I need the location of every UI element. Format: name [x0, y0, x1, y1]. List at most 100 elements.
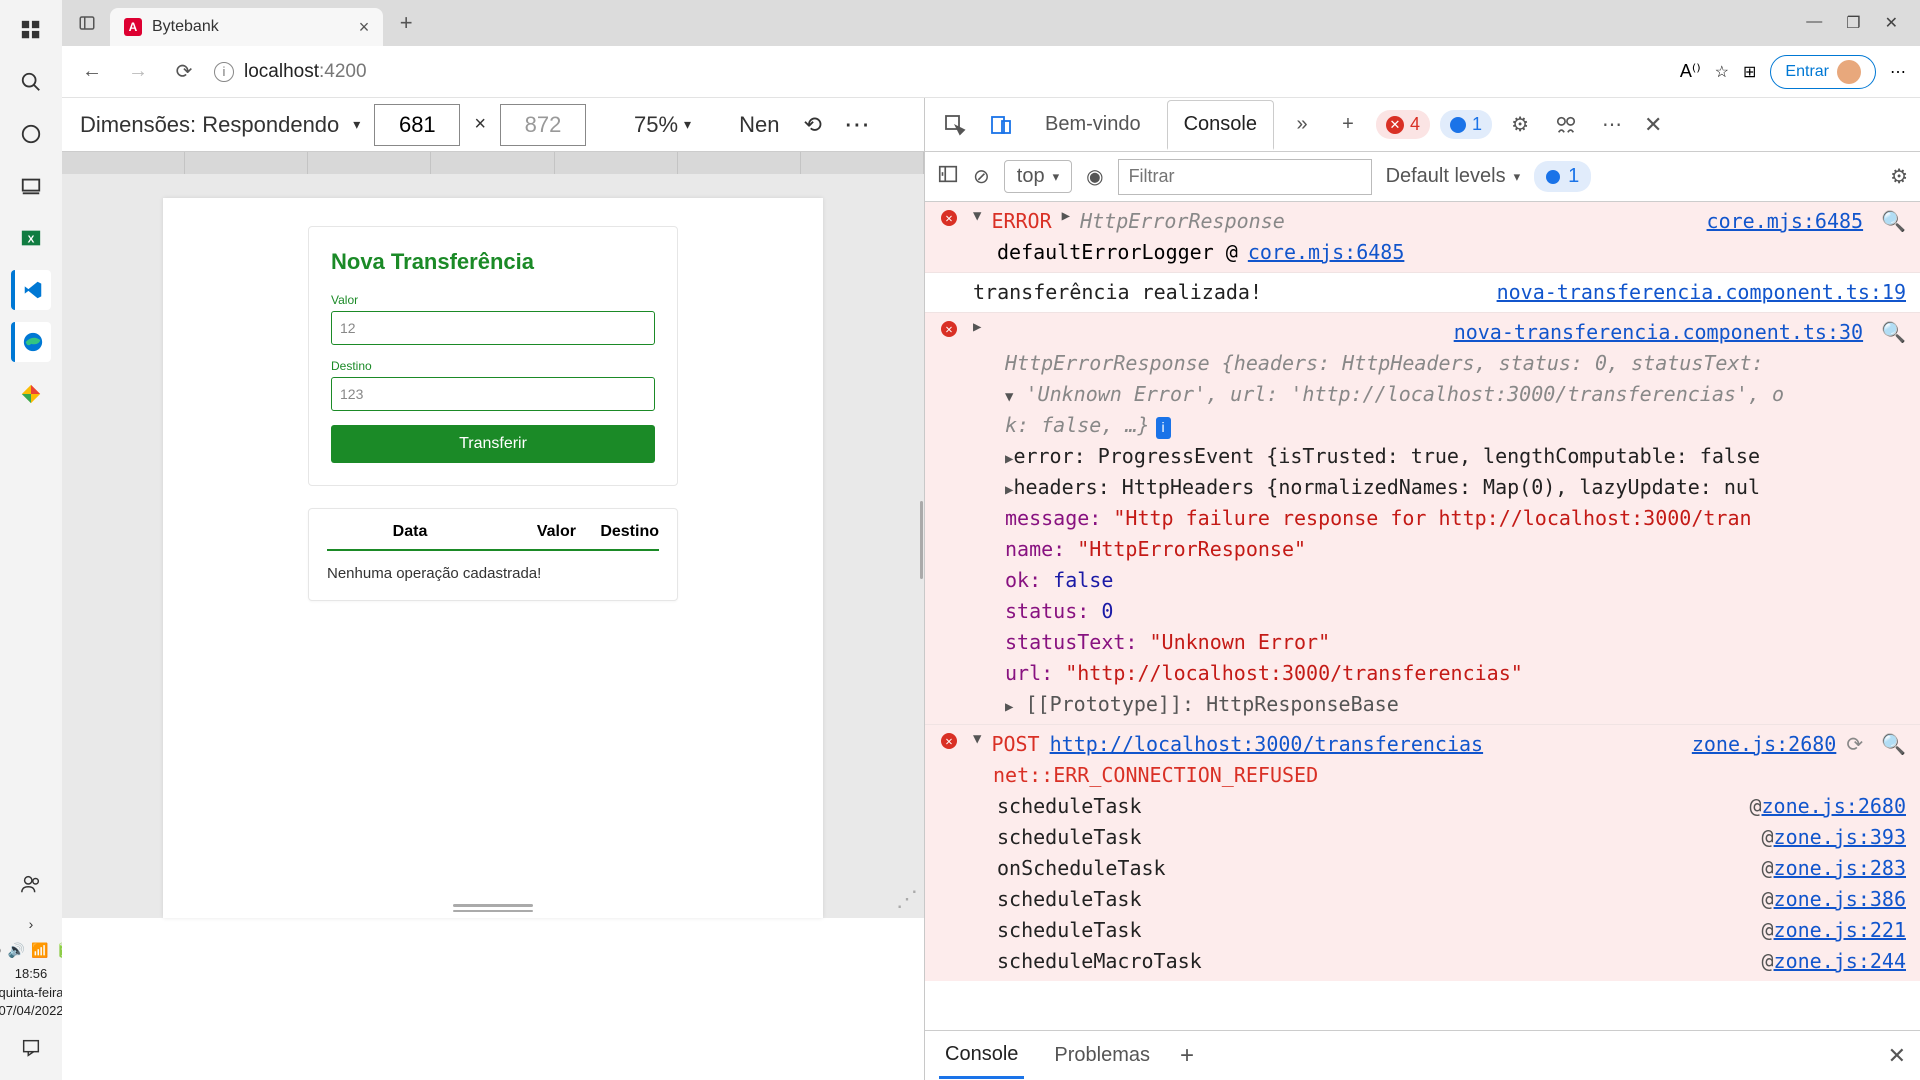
- source-link[interactable]: core.mjs:6485: [1707, 206, 1864, 237]
- live-expression-icon[interactable]: ◉: [1086, 164, 1103, 189]
- menu-icon[interactable]: ⋯: [1890, 62, 1906, 82]
- source-link[interactable]: core.mjs:6485: [1248, 237, 1405, 268]
- tab-welcome[interactable]: Bem-vindo: [1029, 101, 1157, 148]
- add-tab-icon[interactable]: +: [1330, 113, 1366, 136]
- more-tabs-icon[interactable]: »: [1284, 113, 1320, 136]
- filter-input[interactable]: [1118, 159, 1372, 195]
- source-link[interactable]: nova-transferencia.component.ts:19: [1497, 277, 1906, 308]
- edge-icon[interactable]: [11, 322, 51, 362]
- chevron-down-icon[interactable]: ▾: [353, 116, 360, 133]
- cortana-icon[interactable]: [11, 114, 51, 154]
- search-icon[interactable]: [11, 62, 51, 102]
- stack-at: @: [1762, 946, 1774, 977]
- dock-icon[interactable]: ⋯: [1594, 112, 1630, 137]
- browser-tab[interactable]: A Bytebank ×: [110, 8, 383, 46]
- drawer-tab-problems[interactable]: Problemas: [1048, 1034, 1156, 1077]
- vscode-icon[interactable]: [11, 270, 51, 310]
- close-drawer-icon[interactable]: ✕: [1888, 1043, 1906, 1069]
- notifications-icon[interactable]: [11, 1028, 51, 1068]
- close-tab-icon[interactable]: ×: [359, 17, 370, 38]
- object-prop: headers: HttpHeaders {normalizedNames: M…: [1013, 475, 1760, 499]
- search-icon[interactable]: 🔍: [1881, 206, 1906, 237]
- http-method: POST: [991, 729, 1039, 760]
- object-summary: k: false, …}: [1005, 413, 1150, 437]
- collections-icon[interactable]: ⊞: [1743, 62, 1756, 82]
- tab-console[interactable]: Console: [1167, 100, 1274, 150]
- signin-button[interactable]: Entrar: [1770, 55, 1876, 89]
- initiator-icon[interactable]: ⟳: [1846, 729, 1863, 760]
- taskview-icon[interactable]: [11, 166, 51, 206]
- source-link[interactable]: zone.js:2680: [1762, 791, 1907, 822]
- clear-console-icon[interactable]: ⊘: [973, 164, 990, 189]
- height-input[interactable]: [500, 104, 586, 146]
- maximize-icon[interactable]: ❐: [1846, 13, 1860, 33]
- resize-handle-bottom[interactable]: [453, 904, 533, 912]
- levels-select[interactable]: Default levels▾: [1386, 165, 1521, 188]
- stack-frame: scheduleTask@ zone.js:386: [945, 884, 1906, 915]
- info-badge[interactable]: 1: [1440, 110, 1492, 139]
- source-link[interactable]: zone.js:244: [1774, 946, 1906, 977]
- rotate-icon[interactable]: ⟲: [803, 112, 821, 138]
- dimensions-label: Dimensões: Respondendo: [80, 112, 339, 138]
- device-toggle-icon[interactable]: [983, 113, 1019, 137]
- console-entry: ✕ ▼ POST http://localhost:3000/transfere…: [925, 725, 1920, 981]
- throttle-label[interactable]: Nen: [739, 112, 779, 138]
- search-icon[interactable]: 🔍: [1881, 317, 1906, 348]
- search-icon[interactable]: 🔍: [1881, 729, 1906, 760]
- collapse-icon[interactable]: ▼: [973, 206, 981, 228]
- width-input[interactable]: [374, 104, 460, 146]
- prop-value: "HttpErrorResponse": [1077, 537, 1306, 561]
- resize-handle-corner[interactable]: ⋰: [896, 886, 918, 912]
- read-aloud-icon[interactable]: A⁽⁾: [1680, 61, 1701, 82]
- info-icon[interactable]: i: [1156, 417, 1171, 439]
- close-window-icon[interactable]: ✕: [1885, 13, 1898, 33]
- console-settings-icon[interactable]: ⚙: [1890, 164, 1908, 189]
- app-canvas: Nova Transferência Valor Destino Transfe…: [163, 198, 823, 918]
- source-link[interactable]: zone.js:283: [1774, 853, 1906, 884]
- error-badge[interactable]: ✕4: [1376, 110, 1430, 139]
- source-link[interactable]: nova-transferencia.component.ts:30: [1454, 317, 1863, 348]
- info-icon[interactable]: i: [214, 62, 234, 82]
- expand-icon[interactable]: ▶: [1062, 206, 1070, 228]
- valor-input[interactable]: [331, 311, 655, 345]
- clock[interactable]: 18:56 quinta-feira 07/04/2022: [0, 965, 64, 1020]
- favorite-icon[interactable]: ☆: [1715, 62, 1729, 82]
- more-icon[interactable]: ⋯: [844, 109, 870, 140]
- new-tab-icon[interactable]: +: [389, 6, 423, 40]
- expand-icon[interactable]: ›: [29, 916, 34, 932]
- inspect-icon[interactable]: [937, 113, 973, 137]
- customize-icon[interactable]: [1548, 114, 1584, 136]
- stack-text: defaultErrorLogger @: [997, 237, 1238, 268]
- col-valor: Valor: [493, 523, 576, 541]
- add-drawer-tab-icon[interactable]: +: [1180, 1042, 1194, 1070]
- sidebar-toggle-icon[interactable]: [937, 163, 959, 191]
- source-link[interactable]: zone.js:2680: [1692, 729, 1837, 760]
- source-link[interactable]: zone.js:393: [1774, 822, 1906, 853]
- context-select[interactable]: top▾: [1004, 160, 1072, 193]
- app-icon[interactable]: [11, 374, 51, 414]
- close-devtools-icon[interactable]: ✕: [1644, 112, 1662, 138]
- reload-icon[interactable]: ⟳: [168, 56, 200, 88]
- source-link[interactable]: zone.js:221: [1774, 915, 1906, 946]
- expand-icon[interactable]: ▶: [1005, 699, 1013, 715]
- destino-input[interactable]: [331, 377, 655, 411]
- collapse-icon[interactable]: ▼: [1005, 389, 1013, 405]
- drawer-tab-console[interactable]: Console: [939, 1033, 1024, 1079]
- source-link[interactable]: zone.js:386: [1774, 884, 1906, 915]
- request-url[interactable]: http://localhost:3000/transferencias: [1050, 729, 1483, 760]
- start-icon[interactable]: [11, 10, 51, 50]
- issues-pill[interactable]: 1: [1534, 161, 1591, 192]
- transfer-button[interactable]: Transferir: [331, 425, 655, 463]
- settings-icon[interactable]: ⚙: [1502, 112, 1538, 137]
- console-output[interactable]: ✕ ▼ ERROR ▶ HttpErrorResponse core.mjs:6…: [925, 202, 1920, 1030]
- minimize-icon[interactable]: —: [1806, 13, 1822, 33]
- collapse-icon[interactable]: ▼: [973, 729, 981, 751]
- url-field[interactable]: i localhost:4200: [214, 61, 1666, 83]
- excel-icon[interactable]: X: [11, 218, 51, 258]
- people-icon[interactable]: [11, 864, 51, 904]
- tab-actions-icon[interactable]: [70, 6, 104, 40]
- expand-icon[interactable]: ▶: [973, 317, 981, 339]
- back-icon[interactable]: ←: [76, 56, 108, 88]
- zoom-select[interactable]: 75%▾: [634, 112, 691, 138]
- prop-value: false: [1053, 568, 1113, 592]
